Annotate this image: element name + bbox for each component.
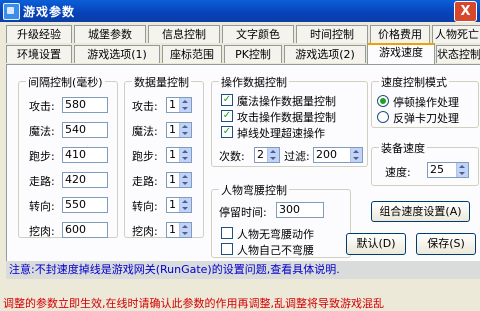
equip-speed-title: 装备速度 xyxy=(379,140,427,156)
quantity-turn-label: 转向: xyxy=(132,200,158,213)
filter-value: 200 xyxy=(316,148,337,161)
pause-operation-label: 停顿操作处理 xyxy=(393,96,459,109)
interval-magic-field[interactable]: 540 xyxy=(62,122,108,138)
interval-turn-field[interactable]: 550 xyxy=(62,197,108,213)
spin-arrows-icon[interactable] xyxy=(179,173,191,187)
equip-speed-value: 25 xyxy=(430,163,444,176)
tab-game-options-1[interactable]: 游戏选项(1) xyxy=(74,45,160,63)
interval-attack-field[interactable]: 580 xyxy=(62,97,108,113)
stay-time-field[interactable]: 300 xyxy=(276,202,324,218)
tab-text-color[interactable]: 文字颜色 xyxy=(222,25,294,43)
default-button[interactable]: 默认(D) xyxy=(346,233,406,255)
quantity-walk-value: 1 xyxy=(169,173,176,186)
spin-arrows-icon[interactable] xyxy=(456,163,468,177)
magic-op-label: 魔法操作数据量控制 xyxy=(237,95,336,108)
spin-arrows-icon[interactable] xyxy=(179,98,191,112)
warning-text: 调整的参数立即生效,在线时请确认此参数的作用再调整,乱调整将导致游戏混乱 xyxy=(3,297,384,310)
quantity-turn-value: 1 xyxy=(169,198,176,211)
tab-game-options-2[interactable]: 游戏选项(2) xyxy=(284,45,366,63)
op-data-control-title: 操作数据控制 xyxy=(219,74,289,90)
tab-game-speed[interactable]: 游戏速度 xyxy=(367,43,435,64)
spin-arrows-icon[interactable] xyxy=(179,148,191,162)
quantity-turn-stepper[interactable]: 1 xyxy=(166,197,192,213)
quantity-magic-stepper[interactable]: 1 xyxy=(166,122,192,138)
interval-attack-label: 攻击: xyxy=(29,100,55,113)
tab-pk-control[interactable]: PK控制 xyxy=(224,45,282,63)
quantity-run-label: 跑步: xyxy=(132,150,158,163)
self-no-bend-label: 人物自己不弯腰 xyxy=(237,244,314,257)
times-value: 2 xyxy=(257,148,264,161)
no-bend-action-checkbox[interactable] xyxy=(221,227,233,239)
equip-speed-label: 速度: xyxy=(385,166,411,179)
times-stepper[interactable]: 2 xyxy=(254,147,280,163)
window-title: 游戏参数 xyxy=(23,5,76,19)
no-bend-action-label: 人物无弯腰动作 xyxy=(237,228,314,241)
attack-op-checkbox[interactable]: ✓ xyxy=(221,110,233,122)
tab-status-control[interactable]: 状态控制 xyxy=(436,45,480,63)
interval-control-title: 间隔控制(毫秒) xyxy=(26,74,105,90)
disconnect-overspeed-checkbox[interactable]: ✓ xyxy=(221,126,233,138)
times-label: 次数: xyxy=(219,150,245,163)
disconnect-overspeed-label: 掉线处理超速操作 xyxy=(237,127,325,140)
filter-label: 过滤: xyxy=(284,150,310,163)
bounce-blade-radio[interactable] xyxy=(377,111,389,123)
interval-walk-label: 走路: xyxy=(29,175,55,188)
tab-info-control[interactable]: 信息控制 xyxy=(148,25,220,43)
attack-op-label: 攻击操作数据量控制 xyxy=(237,111,336,124)
quantity-attack-label: 攻击: xyxy=(132,100,158,113)
quantity-run-stepper[interactable]: 1 xyxy=(166,147,192,163)
magic-op-checkbox[interactable]: ✓ xyxy=(221,94,233,106)
interval-magic-label: 魔法: xyxy=(29,125,55,138)
quantity-dig-label: 挖肉: xyxy=(132,225,158,238)
spin-arrows-icon[interactable] xyxy=(179,123,191,137)
spin-arrows-icon[interactable] xyxy=(179,198,191,212)
combo-speed-button[interactable]: 组合速度设置(A) xyxy=(371,201,470,222)
equip-speed-stepper[interactable]: 25 xyxy=(427,162,469,178)
stay-time-label: 停留时间: xyxy=(219,206,267,219)
interval-dig-field[interactable]: 600 xyxy=(62,222,108,238)
quantity-magic-value: 1 xyxy=(169,123,176,136)
spin-arrows-icon[interactable] xyxy=(267,148,279,162)
spin-arrows-icon[interactable] xyxy=(179,223,191,237)
tab-time-control[interactable]: 时间控制 xyxy=(296,25,368,43)
interval-run-label: 跑步: xyxy=(29,150,55,163)
close-button[interactable]: X xyxy=(454,1,477,22)
tab-coord-range[interactable]: 座标范围 xyxy=(162,45,222,63)
tab-level-exp[interactable]: 升级经验 xyxy=(6,25,72,43)
interval-dig-label: 挖肉: xyxy=(29,225,55,238)
bounce-blade-label: 反弹卡刀处理 xyxy=(393,112,459,125)
pause-operation-radio[interactable] xyxy=(377,95,389,107)
filter-stepper[interactable]: 200 xyxy=(313,147,363,163)
tab-castle-params[interactable]: 城堡参数 xyxy=(74,25,146,43)
quantity-run-value: 1 xyxy=(169,148,176,161)
interval-run-field[interactable]: 410 xyxy=(62,147,108,163)
quantity-dig-stepper[interactable]: 1 xyxy=(166,222,192,238)
tab-environment[interactable]: 环境设置 xyxy=(6,45,72,63)
interval-turn-label: 转向: xyxy=(29,200,55,213)
tab-price-fee[interactable]: 价格费用 xyxy=(370,25,430,43)
quantity-walk-label: 走路: xyxy=(132,175,158,188)
quantity-walk-stepper[interactable]: 1 xyxy=(166,172,192,188)
speed-mode-title: 速度控制模式 xyxy=(379,74,449,90)
self-no-bend-checkbox[interactable] xyxy=(221,243,233,255)
quantity-attack-value: 1 xyxy=(169,98,176,111)
interval-walk-field[interactable]: 420 xyxy=(62,172,108,188)
tab-player-death[interactable]: 人物死亡 xyxy=(432,25,480,43)
app-icon xyxy=(3,3,20,20)
quantity-dig-value: 1 xyxy=(169,223,176,236)
quantity-control-title: 数据量控制 xyxy=(132,74,191,90)
save-button[interactable]: 保存(S) xyxy=(416,233,476,255)
spin-arrows-icon[interactable] xyxy=(350,148,362,162)
note-text: 注意:不封速度掉线是游戏网关(RunGate)的设置问题,查看具体说明. xyxy=(6,261,480,279)
quantity-magic-label: 魔法: xyxy=(132,125,158,138)
quantity-attack-stepper[interactable]: 1 xyxy=(166,97,192,113)
bend-control-title: 人物弯腰控制 xyxy=(219,182,289,198)
